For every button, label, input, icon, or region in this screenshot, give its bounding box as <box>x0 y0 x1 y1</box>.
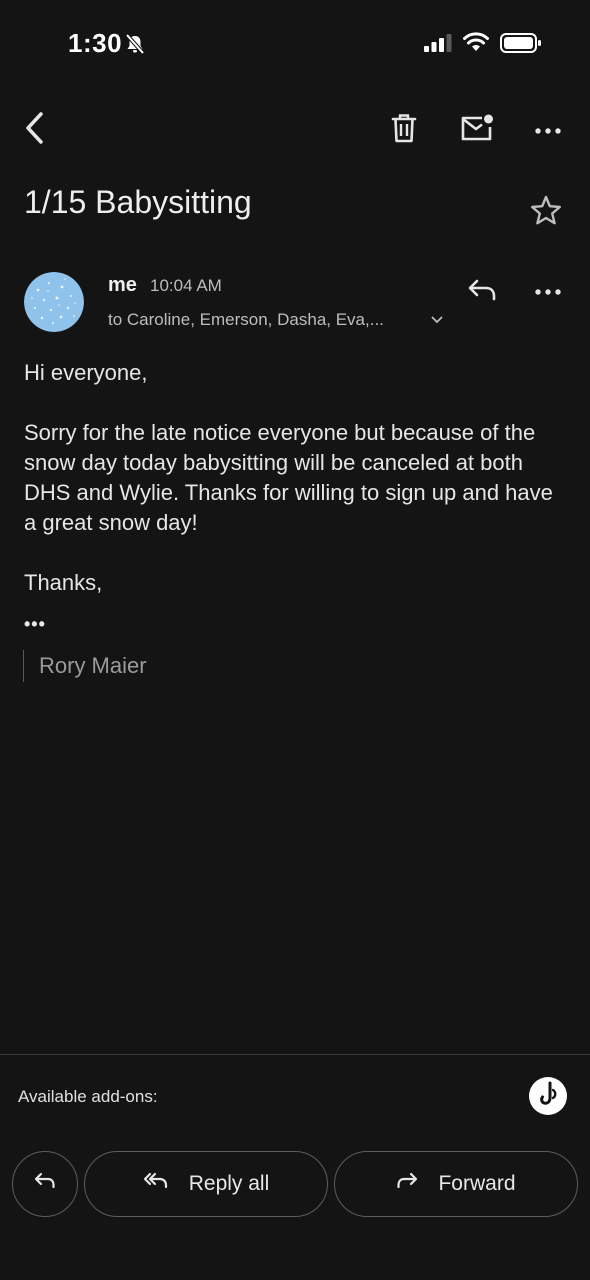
chevron-down-icon <box>431 311 443 329</box>
battery-icon <box>500 33 542 58</box>
recipients-list[interactable]: to Caroline, Emerson, Dasha, Eva,... <box>108 310 384 330</box>
hook-icon <box>536 1081 560 1112</box>
sent-time: 10:04 AM <box>150 276 222 295</box>
bottom-reply-button[interactable] <box>12 1151 78 1217</box>
message-more-button[interactable] <box>528 274 568 308</box>
bell-slash-icon <box>124 33 146 60</box>
back-icon <box>23 111 45 150</box>
signal-icon <box>424 34 452 57</box>
reply-all-button[interactable]: Reply all <box>84 1151 328 1217</box>
star-button[interactable] <box>526 192 566 232</box>
show-trimmed-content-button[interactable]: ••• <box>24 614 46 635</box>
avatar[interactable] <box>24 272 84 332</box>
more-options-button[interactable] <box>528 112 568 148</box>
expand-recipients-button[interactable] <box>426 310 448 330</box>
back-button[interactable] <box>14 108 54 152</box>
signature-text: Rory Maier <box>23 650 147 682</box>
mark-unread-icon <box>460 114 494 147</box>
email-subject: 1/15 Babysitting <box>24 184 252 220</box>
more-icon <box>535 282 561 300</box>
forward-icon <box>396 1172 418 1196</box>
reply-all-icon <box>143 1172 169 1196</box>
bottom-divider <box>0 1054 590 1055</box>
reply-icon <box>467 278 497 307</box>
reply-all-label: Reply all <box>188 1172 270 1195</box>
mark-unread-button[interactable] <box>456 110 498 150</box>
email-screen: 1:30 1/15 Babysitting me 10:04 AM to Car… <box>0 0 590 1280</box>
trash-icon <box>391 113 417 148</box>
delete-button[interactable] <box>384 110 424 150</box>
status-time: 1:30 <box>68 28 123 58</box>
forward-button[interactable]: Forward <box>334 1151 578 1217</box>
addon-button[interactable] <box>529 1077 567 1115</box>
reply-button[interactable] <box>462 272 502 312</box>
email-signoff: Thanks, <box>24 570 103 595</box>
more-icon <box>535 121 561 139</box>
email-body: Sorry for the late notice everyone but b… <box>24 420 553 535</box>
email-greeting: Hi everyone, <box>24 360 148 385</box>
addons-label: Available add-ons: <box>18 1087 158 1106</box>
reply-icon <box>34 1172 56 1196</box>
star-icon <box>530 195 562 230</box>
forward-label: Forward <box>438 1172 516 1195</box>
wifi-icon <box>463 32 489 57</box>
sender-name: me <box>108 274 137 296</box>
